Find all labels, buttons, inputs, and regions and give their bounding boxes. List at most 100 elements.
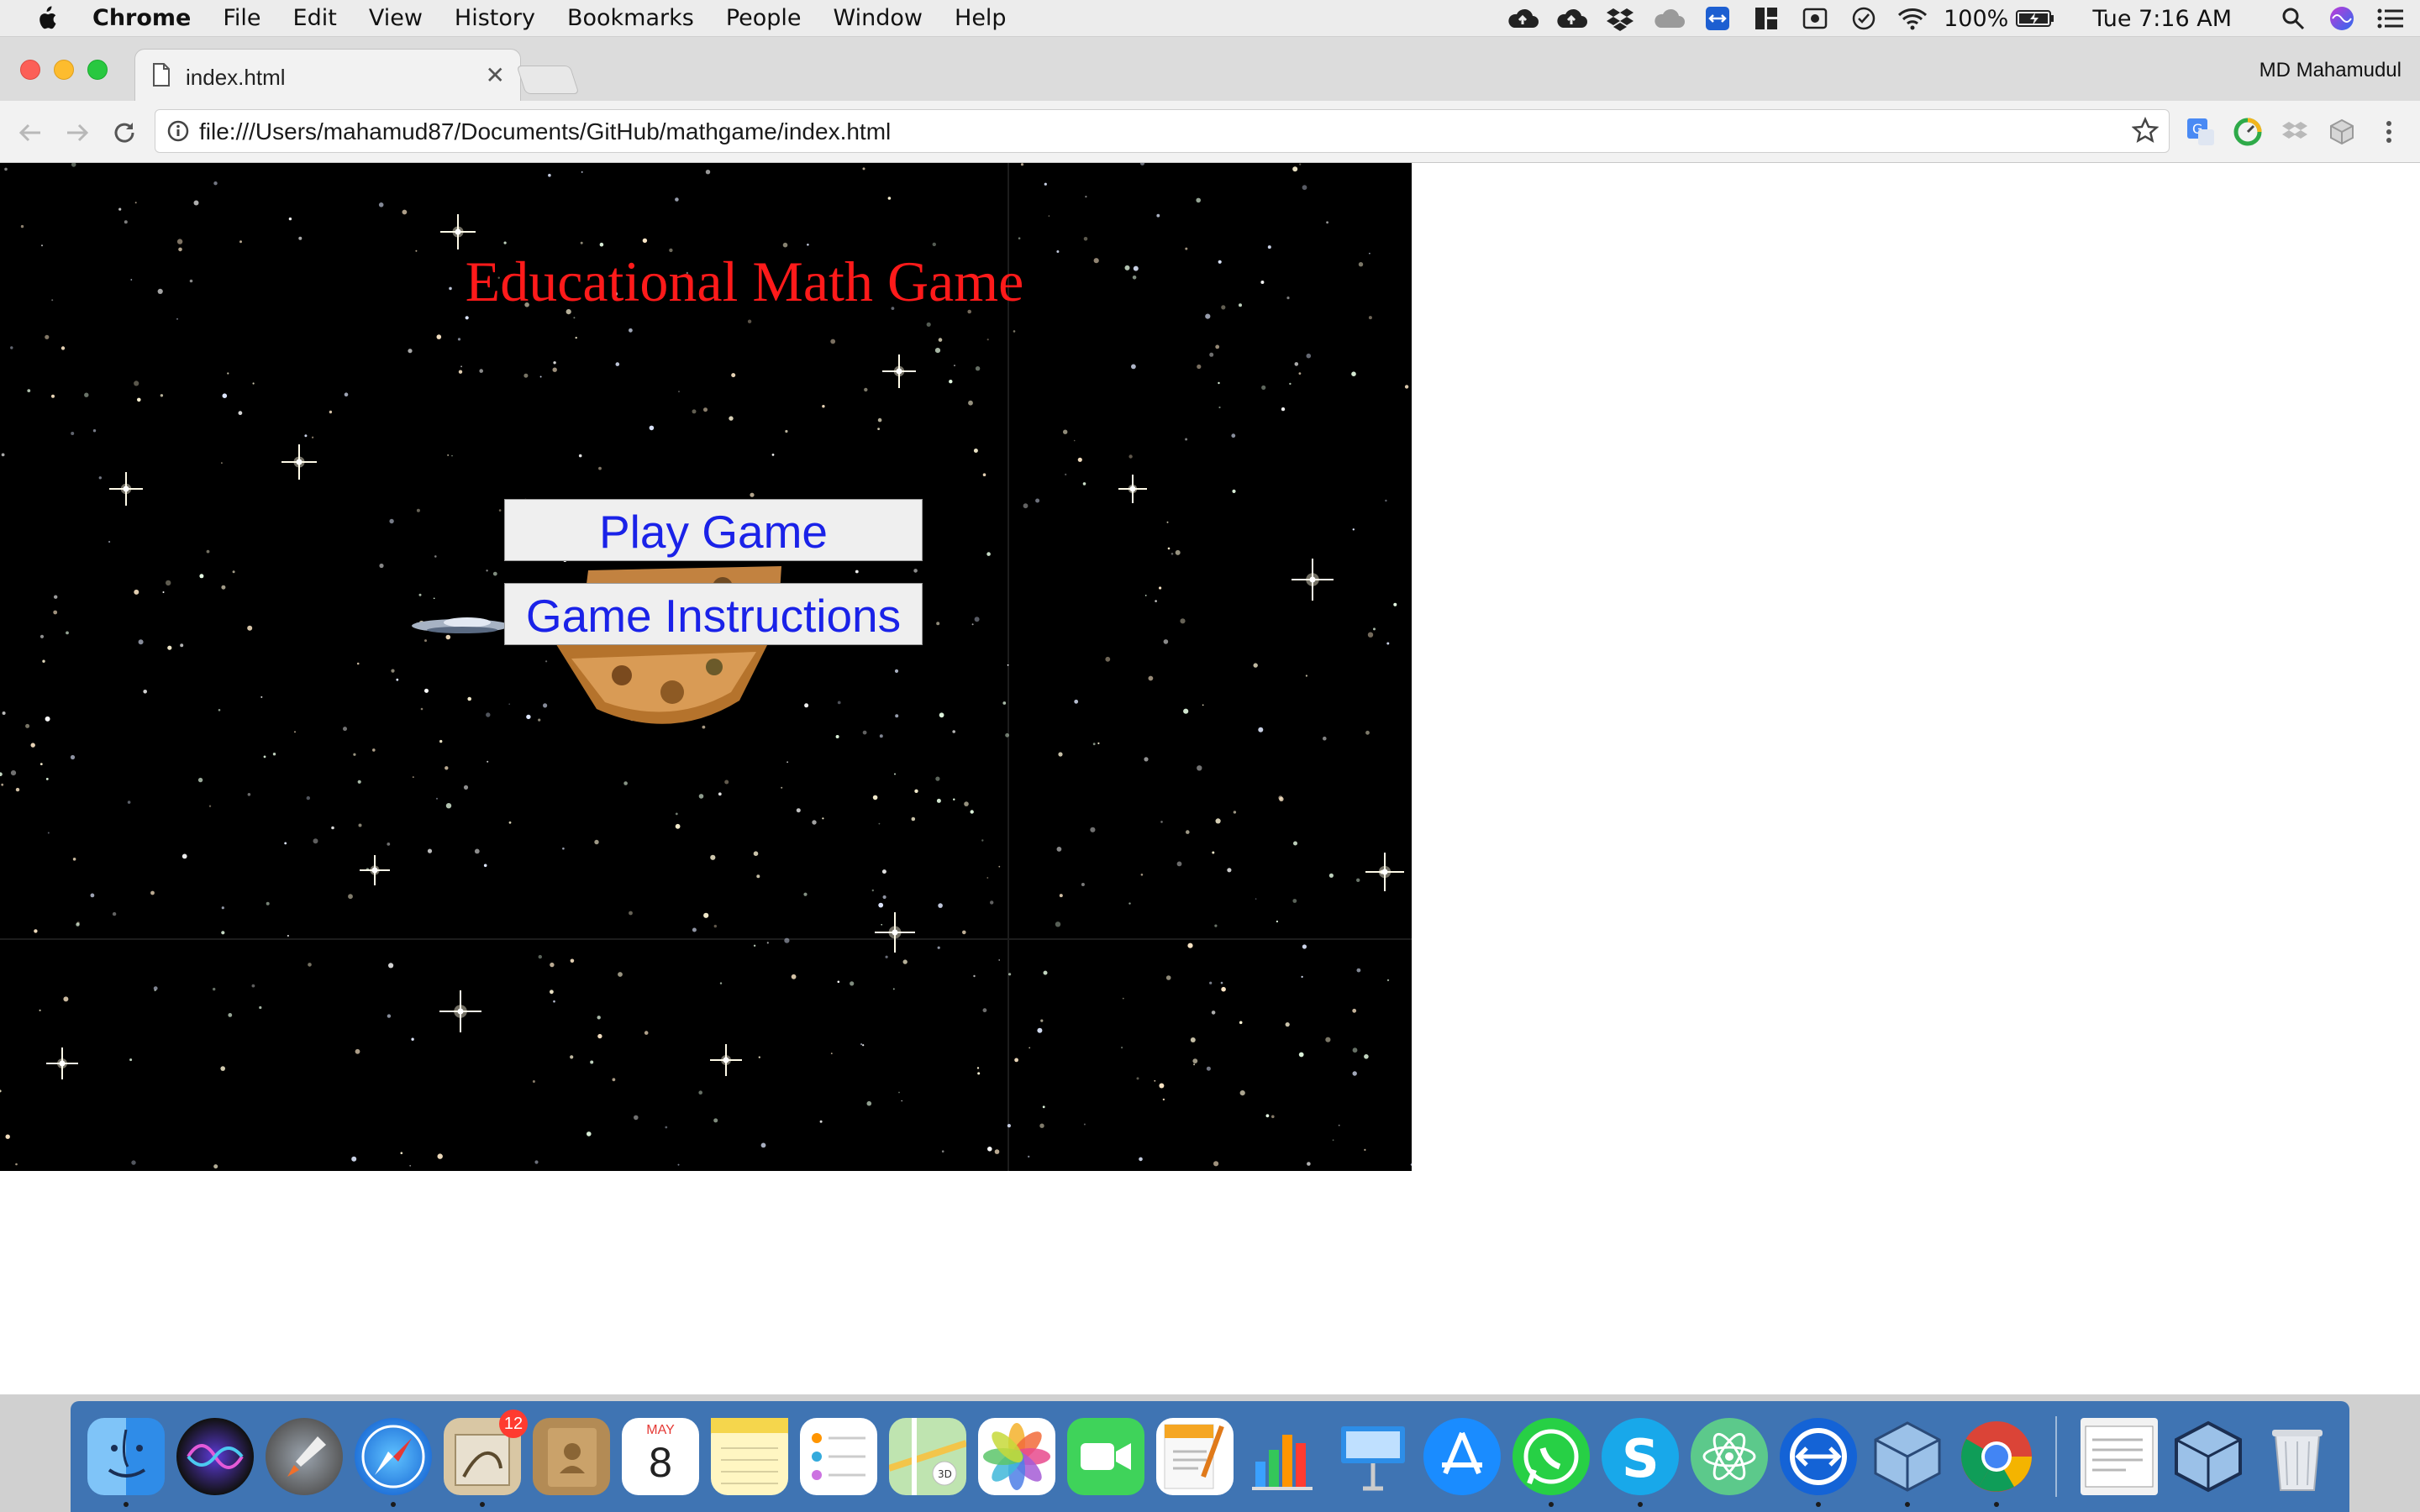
menu-file[interactable]: File [223, 5, 260, 31]
window-layout-icon[interactable] [1750, 6, 1782, 31]
app-store-icon[interactable] [1423, 1418, 1501, 1495]
star [938, 338, 943, 342]
teamviewer-icon[interactable] [1702, 6, 1733, 31]
star [1292, 166, 1298, 172]
atom-editor-icon[interactable] [1691, 1418, 1768, 1495]
pages-icon[interactable] [1156, 1418, 1234, 1495]
new-tab-button[interactable] [516, 66, 580, 94]
star [866, 1100, 872, 1106]
star [1081, 883, 1085, 886]
virtualbox-vm-icon[interactable] [2170, 1418, 2247, 1495]
speed-gauge-icon[interactable] [2232, 116, 2264, 148]
calendar-icon[interactable]: MAY 8 [622, 1418, 699, 1495]
google-translate-icon[interactable]: G [2185, 116, 2217, 148]
photos-icon[interactable] [978, 1418, 1055, 1495]
menu-bookmarks[interactable]: Bookmarks [567, 5, 694, 31]
safari-icon[interactable] [355, 1418, 432, 1495]
clock[interactable]: Tue 7:16 AM [2092, 6, 2232, 32]
mail-icon[interactable]: 12 [444, 1410, 528, 1495]
star [53, 610, 58, 615]
star [503, 241, 507, 244]
star [895, 714, 899, 718]
shield-check-icon[interactable] [1848, 6, 1880, 31]
dropbox-extension-icon[interactable] [2279, 116, 2311, 148]
star [837, 701, 841, 705]
star [675, 812, 678, 816]
teamviewer-app-icon[interactable] [1780, 1418, 1857, 1495]
star [597, 1016, 601, 1020]
screen-record-icon[interactable] [1799, 6, 1831, 31]
trash-icon[interactable] [2259, 1418, 2336, 1495]
close-window-button[interactable] [20, 60, 40, 80]
star [0, 1089, 2, 1093]
star [308, 963, 312, 967]
cloud-icon[interactable] [1653, 6, 1686, 31]
star [34, 929, 38, 933]
cloud-upload-icon[interactable] [1555, 6, 1588, 31]
numbers-icon[interactable] [1245, 1418, 1323, 1495]
spotlight-search-icon[interactable] [2277, 6, 2309, 31]
star [313, 838, 318, 844]
star [594, 839, 599, 845]
maps-icon[interactable]: 3D [887, 1418, 968, 1495]
star [785, 429, 788, 433]
star [353, 753, 356, 756]
notes-icon[interactable] [711, 1418, 788, 1495]
reload-icon[interactable] [108, 116, 141, 150]
keynote-icon[interactable] [1334, 1418, 1412, 1495]
info-icon[interactable] [167, 120, 189, 146]
url-text[interactable]: file:///Users/mahamud87/Documents/GitHub… [199, 118, 891, 145]
tab-close-icon[interactable]: ✕ [486, 61, 505, 89]
notification-center-icon[interactable] [2375, 6, 2407, 31]
star [973, 974, 976, 978]
bright-star [281, 444, 317, 480]
bookmark-star-icon[interactable] [2131, 116, 2160, 148]
star [1083, 237, 1088, 241]
star [251, 984, 255, 988]
documents-stack-icon[interactable] [2081, 1418, 2158, 1495]
star [986, 339, 989, 341]
cube-extension-icon[interactable] [2326, 116, 2358, 148]
dropbox-icon[interactable] [1604, 6, 1636, 31]
profile-name[interactable]: MD Mahamudul [2260, 59, 2402, 82]
star [30, 743, 35, 748]
whatsapp-icon[interactable] [1512, 1418, 1590, 1495]
star [259, 1005, 262, 1010]
apple-menu-icon[interactable] [0, 5, 92, 31]
forward-arrow-icon[interactable] [60, 116, 94, 150]
menu-history[interactable]: History [455, 5, 535, 31]
chrome-app-icon[interactable] [1958, 1418, 2035, 1495]
star [862, 167, 865, 171]
siri-icon[interactable] [2326, 6, 2358, 31]
menu-edit[interactable]: Edit [293, 5, 337, 31]
siri-app-icon[interactable] [176, 1418, 254, 1495]
menu-app-name[interactable]: Chrome [92, 5, 191, 31]
menu-window[interactable]: Window [834, 5, 923, 31]
cloud-upload-icon[interactable] [1507, 6, 1539, 31]
menu-view[interactable]: View [369, 5, 423, 31]
menu-people[interactable]: People [726, 5, 802, 31]
star [766, 942, 769, 944]
star [807, 244, 809, 246]
skype-icon[interactable]: S [1602, 1418, 1679, 1495]
back-arrow-icon[interactable] [13, 116, 47, 150]
star [1215, 818, 1221, 824]
finder-icon[interactable] [87, 1418, 165, 1495]
chrome-menu-icon[interactable] [2373, 116, 2405, 148]
address-bar[interactable]: file:///Users/mahamud87/Documents/GitHub… [155, 109, 2170, 153]
play-game-button[interactable]: Play Game [504, 499, 923, 561]
battery-charging-icon[interactable] [2015, 6, 2055, 31]
virtualbox-icon[interactable] [1869, 1418, 1946, 1495]
reminders-icon[interactable] [800, 1418, 877, 1495]
facetime-icon[interactable] [1067, 1418, 1144, 1495]
menu-help[interactable]: Help [955, 5, 1007, 31]
wifi-icon[interactable] [1897, 6, 1928, 31]
minimize-window-button[interactable] [54, 60, 74, 80]
zoom-window-button[interactable] [87, 60, 108, 80]
game-instructions-button[interactable]: Game Instructions [504, 583, 923, 645]
star [143, 690, 147, 694]
contacts-icon[interactable] [533, 1418, 610, 1495]
launchpad-icon[interactable] [266, 1418, 343, 1495]
star [526, 714, 531, 720]
browser-tab[interactable]: index.html ✕ [134, 49, 521, 102]
